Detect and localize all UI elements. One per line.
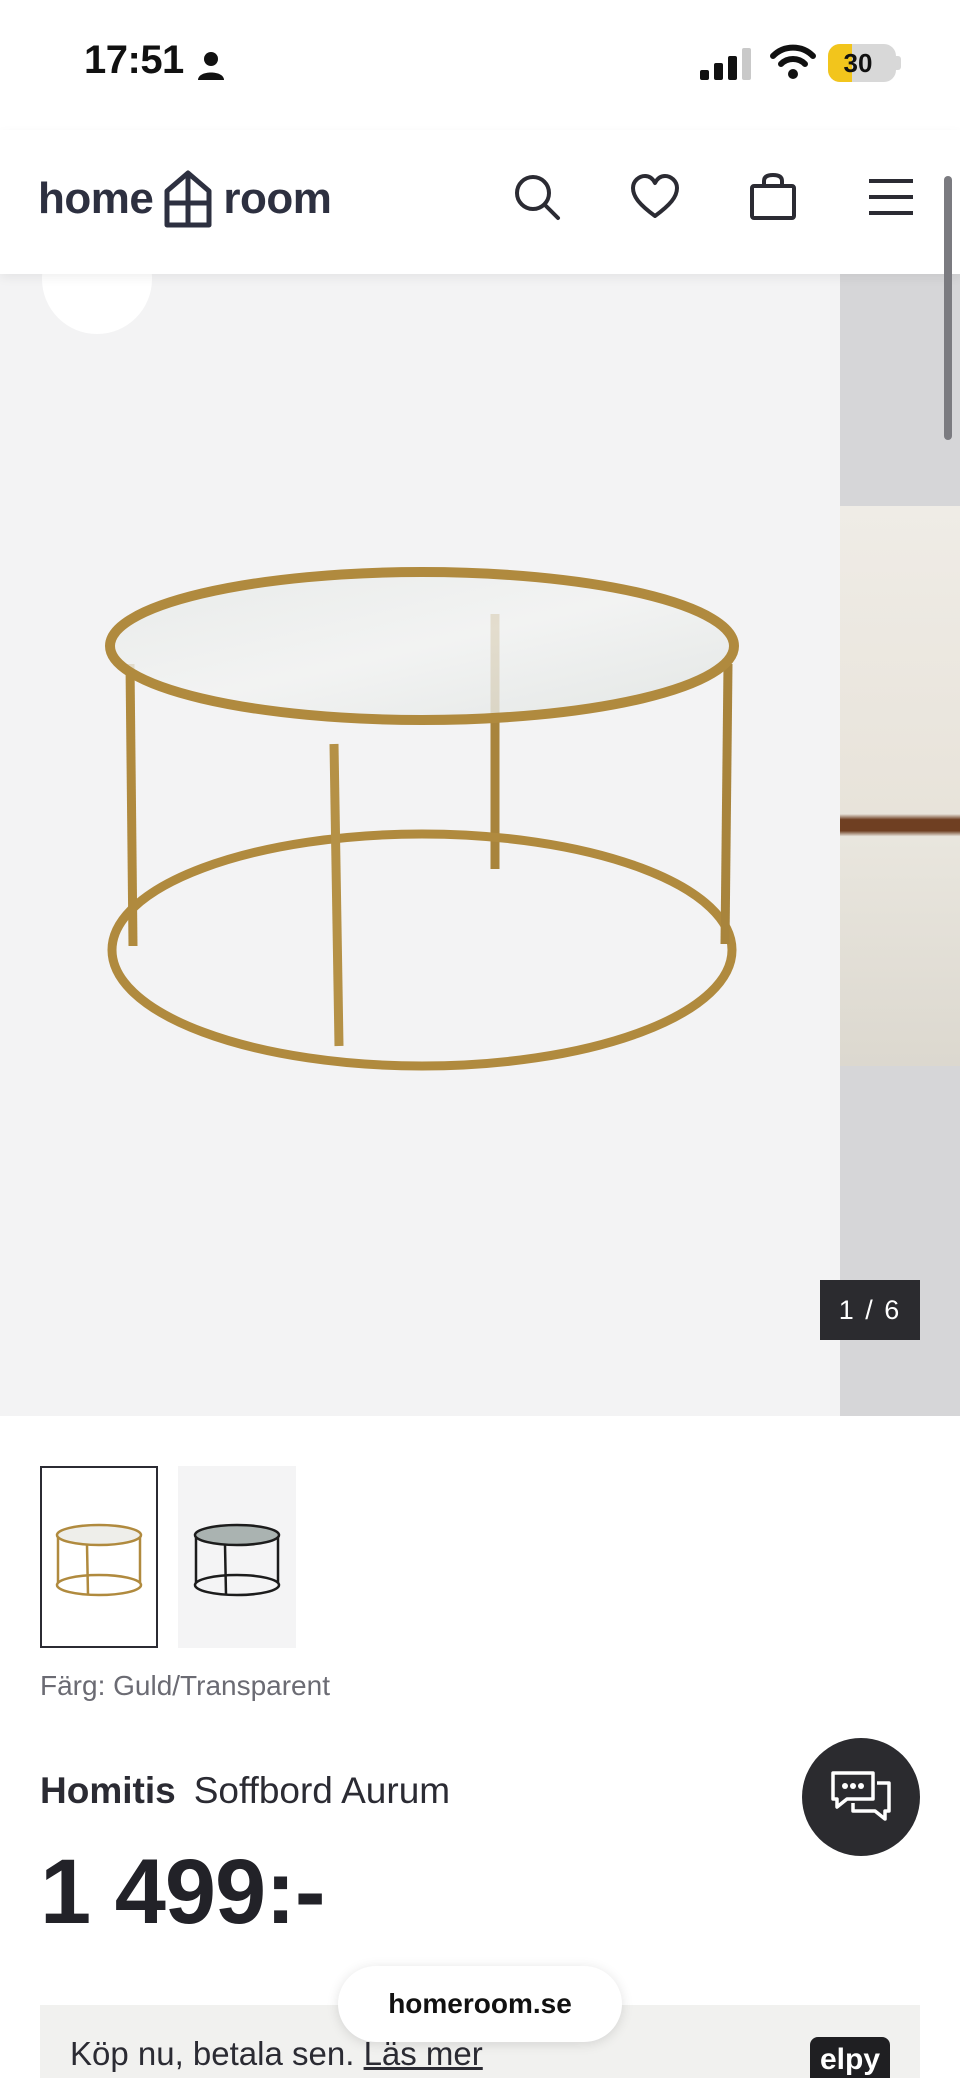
battery-percentage: 30 — [843, 48, 873, 78]
gallery-counter: 1 / 6 — [820, 1280, 920, 1340]
menu-button[interactable] — [862, 168, 920, 226]
payment-tagline: Köp nu, betala sen. — [70, 2035, 355, 2072]
person-icon — [198, 52, 224, 80]
product-brand[interactable]: Homitis — [40, 1770, 176, 1811]
wishlist-button[interactable] — [626, 168, 684, 226]
black-table-thumbnail[interactable] — [178, 1466, 296, 1648]
shopping-bag-icon — [750, 172, 796, 220]
browser-url-bar[interactable]: homeroom.se — [338, 1966, 622, 2042]
gallery-slide-current[interactable] — [0, 274, 840, 1416]
logo-word-home: home — [38, 174, 154, 223]
cart-button[interactable] — [744, 168, 802, 226]
page-scrollbar[interactable] — [944, 176, 952, 440]
site-header: home room — [0, 130, 960, 274]
battery-icon: 30 — [828, 44, 896, 82]
black-table-thumbnail-image — [193, 1523, 281, 1597]
gold-table-thumbnail[interactable] — [40, 1466, 158, 1648]
chat-icon — [831, 1771, 891, 1821]
product-price: 1 499:- — [40, 1841, 325, 1943]
product-gallery[interactable]: 1 / 6 — [0, 274, 960, 1416]
coffee-table-image — [105, 567, 739, 1071]
house-logo-icon — [164, 170, 212, 228]
gallery-favorite-button[interactable] — [42, 274, 152, 334]
search-icon — [515, 175, 560, 220]
room-scene-image — [840, 506, 960, 1066]
gold-table-thumbnail-image — [55, 1523, 143, 1597]
wifi-icon — [770, 44, 816, 79]
cellular-signal-icon — [700, 48, 751, 80]
color-label: Färg: Guld/Transparent — [40, 1670, 330, 1701]
status-bar: 17:51 30 — [0, 0, 960, 130]
battery-tip — [896, 56, 901, 70]
gallery-slide-next[interactable] — [840, 274, 960, 1416]
variant-thumbnails — [40, 1466, 296, 1648]
menu-icon — [869, 179, 913, 215]
status-time: 17:51 — [84, 38, 184, 82]
payment-provider-badge: elpy — [810, 2037, 890, 2078]
product-name: Soffbord Aurum — [193, 1770, 451, 1811]
homeroom-logo[interactable]: home room — [38, 166, 332, 232]
search-button[interactable] — [508, 168, 566, 226]
heart-icon — [631, 174, 679, 218]
logo-word-room: room — [223, 174, 332, 223]
chat-button[interactable] — [802, 1738, 920, 1856]
product-title: Homitis Soffbord Aurum — [40, 1770, 450, 1812]
